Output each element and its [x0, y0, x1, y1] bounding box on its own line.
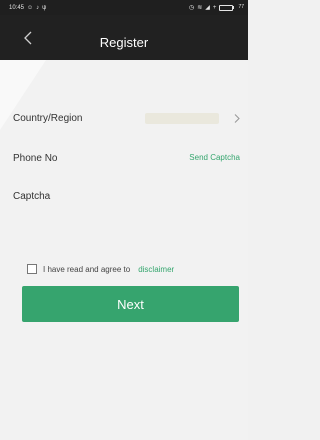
title-bar: Register	[0, 15, 248, 60]
status-left: 10:45 ☺ ♪ ψ	[9, 5, 46, 11]
captcha-label: Captcha	[13, 190, 51, 202]
chat-icon: ☺	[27, 4, 34, 11]
agree-checkbox[interactable]	[27, 264, 37, 274]
signal-icon: ◢	[205, 4, 210, 11]
usb-icon: ψ	[42, 4, 47, 11]
page-title: Register	[99, 35, 149, 50]
wifi-icon: ≋	[197, 4, 203, 11]
alarm-icon: ◷	[189, 4, 195, 11]
battery-text: 77	[238, 4, 244, 10]
captcha-field[interactable]: Captcha	[13, 186, 241, 206]
status-bar: 10:45 ☺ ♪ ψ ◷ ≋ ◢ + 77	[0, 0, 248, 15]
chevron-right-icon	[234, 114, 240, 123]
send-captcha-button[interactable]: Send Captcha	[189, 153, 240, 163]
phone-number-label: Phone No	[13, 152, 58, 164]
agreement-text: I have read and agree to	[43, 264, 131, 274]
notification-icon: ♪	[36, 4, 40, 11]
next-button[interactable]: Next	[22, 286, 239, 322]
country-region-value	[145, 113, 219, 124]
country-region-row[interactable]: Country/Region	[13, 108, 241, 128]
status-right: ◷ ≋ ◢ + 77	[189, 4, 244, 11]
agreement-row: I have read and agree to disclaimer	[27, 262, 174, 276]
status-time: 10:45	[9, 4, 25, 11]
country-region-label: Country/Region	[13, 112, 83, 124]
disclaimer-link[interactable]: disclaimer	[138, 265, 174, 274]
phone-number-field[interactable]: Phone No Send Captcha	[13, 148, 241, 168]
battery-icon	[219, 4, 235, 11]
charging-icon: +	[212, 4, 217, 11]
